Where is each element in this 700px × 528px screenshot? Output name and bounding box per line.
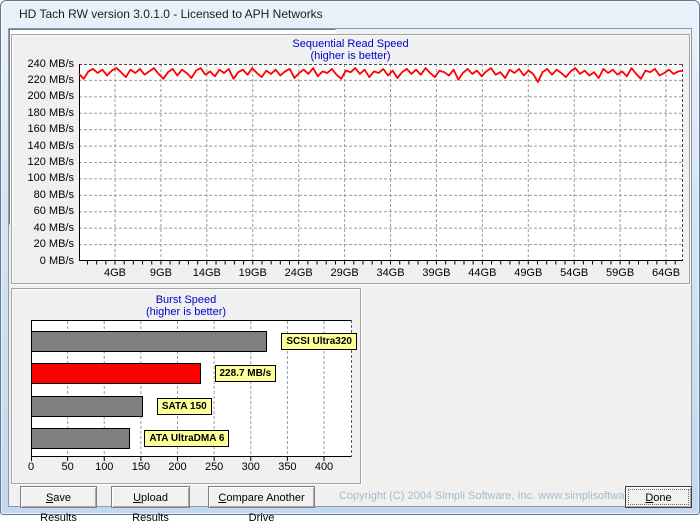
y-axis-label: 80 MB/s bbox=[34, 190, 74, 201]
bar-sata-150 bbox=[31, 396, 143, 417]
x-axis-label: 54GB bbox=[560, 267, 588, 279]
x-axis-label: 19GB bbox=[239, 267, 267, 279]
y-axis-label: 100 MB/s bbox=[28, 173, 74, 184]
x-axis-label: 400 bbox=[315, 461, 333, 473]
sequential-x-axis: 4GB 9GB 14GB 19GB 24GB 29GB 34GB 39GB 44GB 49GB 54… bbox=[79, 267, 683, 279]
y-axis-label: 40 MB/s bbox=[34, 223, 74, 234]
x-axis-label: 39GB bbox=[422, 267, 450, 279]
x-axis-label: 24GB bbox=[285, 267, 313, 279]
x-axis-label: 100 bbox=[95, 461, 113, 473]
burst-chart-title: Burst Speed bbox=[12, 294, 360, 306]
burst-plot-area: SCSI Ultra320228.7 MB/sSATA 150ATA Ultra… bbox=[31, 320, 352, 457]
x-axis-label: 44GB bbox=[468, 267, 496, 279]
sequential-chart-svg bbox=[79, 64, 683, 266]
y-axis-label: 200 MB/s bbox=[28, 91, 74, 102]
sequential-chart-title: Sequential Read Speed bbox=[12, 38, 689, 50]
y-axis-label: 140 MB/s bbox=[28, 141, 74, 152]
x-axis-label: 64GB bbox=[652, 267, 680, 279]
x-axis-label: 14GB bbox=[193, 267, 221, 279]
upload-results-button[interactable]: Upload Results bbox=[111, 486, 190, 508]
save-results-button[interactable]: Save Results bbox=[20, 486, 97, 508]
x-axis-label: 34GB bbox=[376, 267, 404, 279]
sequential-read-panel: Sequential Read Speed (higher is better)… bbox=[11, 34, 690, 284]
y-axis-label: 160 MB/s bbox=[28, 124, 74, 135]
burst-chart-subtitle: (higher is better) bbox=[12, 306, 360, 318]
y-axis-label: 220 MB/s bbox=[28, 75, 74, 86]
sequential-y-axis: 240 MB/s220 MB/s200 MB/s180 MB/s160 MB/s… bbox=[12, 64, 74, 262]
client-area: Sequential Read Speed (higher is better)… bbox=[8, 28, 692, 507]
x-axis-label: 49GB bbox=[514, 267, 542, 279]
y-axis-label: 0 MB/s bbox=[40, 256, 74, 267]
bar-tested-drive bbox=[31, 363, 201, 384]
copyright-text: Copyright (C) 2004 Simpli Software, Inc.… bbox=[339, 490, 621, 502]
bar-value-label: ATA UltraDMA 6 bbox=[144, 430, 229, 447]
x-axis-label: 300 bbox=[242, 461, 260, 473]
burst-speed-panel: Burst Speed (higher is better) SCSI Ultr… bbox=[11, 288, 361, 484]
bar-value-label: SATA 150 bbox=[157, 398, 212, 415]
burst-x-axis: 0 50 100 150 200 250 300 350 400 bbox=[31, 461, 352, 473]
y-axis-label: 180 MB/s bbox=[28, 108, 74, 119]
compare-another-drive-button[interactable]: Compare Another Drive bbox=[208, 486, 315, 508]
bar-ata-ultradma-6 bbox=[31, 428, 130, 449]
y-axis-label: 20 MB/s bbox=[34, 239, 74, 250]
x-axis-label: 200 bbox=[168, 461, 186, 473]
bar-value-label: 228.7 MB/s bbox=[215, 365, 277, 382]
sequential-chart-subtitle: (higher is better) bbox=[12, 50, 689, 62]
bar-value-label: SCSI Ultra320 bbox=[281, 333, 357, 350]
x-axis-label: 29GB bbox=[331, 267, 359, 279]
app-window: HD Tach RW version 3.0.1.0 - Licensed to… bbox=[0, 0, 700, 515]
bar-scsi-ultra320 bbox=[31, 331, 267, 352]
sequential-plot-area bbox=[79, 64, 683, 261]
x-axis-label: 4GB bbox=[104, 267, 126, 279]
x-axis-label: 350 bbox=[278, 461, 296, 473]
x-axis-label: 59GB bbox=[606, 267, 634, 279]
y-axis-label: 60 MB/s bbox=[34, 206, 74, 217]
y-axis-label: 120 MB/s bbox=[28, 157, 74, 168]
x-axis-label: 150 bbox=[132, 461, 150, 473]
y-axis-label: 240 MB/s bbox=[28, 59, 74, 70]
x-axis-label: 9GB bbox=[150, 267, 172, 279]
title-bar[interactable]: HD Tach RW version 3.0.1.0 - Licensed to… bbox=[1, 1, 699, 28]
done-button[interactable]: Done bbox=[625, 486, 692, 508]
window-title: HD Tach RW version 3.0.1.0 - Licensed to… bbox=[19, 1, 323, 28]
x-axis-label: 0 bbox=[28, 461, 34, 473]
x-axis-label: 250 bbox=[205, 461, 223, 473]
x-axis-label: 50 bbox=[62, 461, 74, 473]
